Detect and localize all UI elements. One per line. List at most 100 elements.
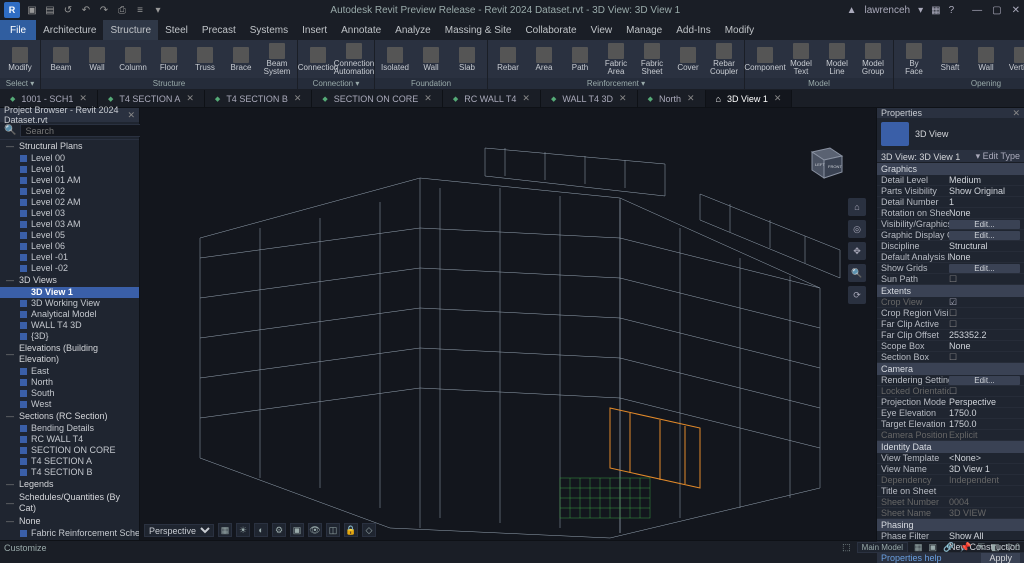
tree-item[interactable]: WALL T4 3D — [0, 320, 139, 331]
prop-value[interactable]: 1750.0 — [949, 408, 1020, 418]
app-icon[interactable]: R — [4, 2, 20, 18]
menu-analyze[interactable]: Analyze — [388, 20, 438, 40]
tree-item[interactable]: East — [0, 366, 139, 377]
workset-selector[interactable]: Main Model — [857, 542, 908, 553]
prop-value[interactable] — [949, 297, 1020, 308]
ribbon-area-button[interactable]: Area — [527, 42, 561, 76]
project-browser-close-icon[interactable]: ✕ — [127, 110, 135, 121]
tree-group[interactable]: Legends — [0, 478, 139, 491]
properties-help-link[interactable]: Properties help — [881, 553, 942, 563]
tree-item[interactable]: T4 SECTION A — [0, 456, 139, 467]
tab-close-icon[interactable]: ✕ — [79, 93, 87, 104]
signed-in-icon[interactable]: ▲ — [847, 5, 857, 16]
tree-group[interactable]: Schedules/Quantities (By Cat) — [0, 491, 139, 515]
prop-value[interactable]: Edit... — [949, 376, 1020, 385]
menu-steel[interactable]: Steel — [158, 20, 195, 40]
prop-category[interactable]: Extents — [877, 285, 1024, 297]
vc-detail-icon[interactable]: ▦ — [218, 523, 232, 537]
vc-hide-icon[interactable]: 👁 — [308, 523, 322, 537]
search-icon[interactable]: 🔍 — [4, 125, 16, 136]
menu-structure[interactable]: Structure — [103, 20, 158, 40]
ribbon-model-button[interactable]: Model Group — [856, 42, 890, 76]
status-sel-icon[interactable]: ⬚ — [842, 542, 851, 553]
menu-systems[interactable]: Systems — [243, 20, 295, 40]
ribbon-slab-button[interactable]: Slab — [450, 42, 484, 76]
tree-item[interactable]: RC WALL T4 — [0, 434, 139, 445]
status-left[interactable]: Customize — [4, 543, 47, 553]
qat-redo-icon[interactable]: ↷ — [98, 4, 110, 16]
prop-value[interactable]: 3D VIEW — [949, 508, 1020, 518]
nav-pan-icon[interactable]: ✥ — [848, 242, 866, 260]
properties-close-icon[interactable]: ✕ — [1012, 108, 1020, 119]
ribbon-isolated-button[interactable]: Isolated — [378, 42, 412, 76]
tab-close-icon[interactable]: ✕ — [424, 93, 432, 104]
tree-item[interactable]: Level 06 — [0, 241, 139, 252]
ribbon-wall-button[interactable]: Wall — [969, 42, 1003, 76]
viewport-3d[interactable]: LEFT FRONT ⌂ ◎ ✥ 🔍 ⟳ Perspective ▦ ☀ ◐ ⚙… — [140, 108, 876, 540]
prop-value[interactable]: 3D View 1 — [949, 464, 1020, 474]
status-face-icon[interactable]: ◧ — [991, 542, 1000, 553]
qat-more-icon[interactable]: ▾ — [152, 4, 164, 16]
tab-close-icon[interactable]: ✕ — [522, 93, 530, 104]
status-select-icon[interactable]: ▣ — [929, 542, 938, 553]
prop-value[interactable] — [949, 308, 1020, 319]
tab-close-icon[interactable]: ✕ — [687, 93, 695, 104]
nav-wheel-icon[interactable]: ◎ — [848, 220, 866, 238]
ribbon-by-button[interactable]: By Face — [897, 42, 931, 76]
ribbon-column-button[interactable]: Column — [116, 42, 150, 76]
tab-close-icon[interactable]: ✕ — [294, 93, 302, 104]
prop-category[interactable]: Phasing — [877, 519, 1024, 531]
prop-value[interactable]: 1 — [949, 197, 1020, 207]
prop-value[interactable]: None — [949, 252, 1020, 262]
prop-category[interactable]: Identity Data — [877, 441, 1024, 453]
ribbon-beam-button[interactable]: Beam — [44, 42, 78, 76]
ribbon-rebar-button[interactable]: Rebar — [491, 42, 525, 76]
ribbon-model-button[interactable]: Model Text — [784, 42, 818, 76]
menu-precast[interactable]: Precast — [195, 20, 243, 40]
status-link-icon[interactable]: 🔗 — [943, 542, 954, 553]
tree-item[interactable]: Level -01 — [0, 252, 139, 263]
menu-collaborate[interactable]: Collaborate — [518, 20, 583, 40]
prop-value[interactable]: <None> — [949, 453, 1020, 463]
prop-value[interactable]: Perspective — [949, 397, 1020, 407]
prop-value[interactable]: Structural — [949, 241, 1020, 251]
prop-value[interactable] — [949, 386, 1020, 397]
nav-zoom-icon[interactable]: 🔍 — [848, 264, 866, 282]
apply-button[interactable]: Apply — [981, 553, 1020, 563]
tree-item[interactable]: Bending Details — [0, 423, 139, 434]
nav-full-icon[interactable]: ⌂ — [848, 198, 866, 216]
prop-value[interactable]: 253352.2 — [949, 330, 1020, 340]
ribbon-rebar-button[interactable]: Rebar Coupler — [707, 42, 741, 76]
ribbon-fabric-button[interactable]: Fabric Sheet — [635, 42, 669, 76]
file-menu[interactable]: File — [0, 20, 36, 40]
app-switcher-icon[interactable]: ▦ — [931, 5, 940, 16]
user-menu-icon[interactable]: ▾ — [918, 5, 923, 16]
tree-item[interactable]: Level 03 AM — [0, 219, 139, 230]
tree-group[interactable]: Elevations (Building Elevation) — [0, 342, 139, 366]
ribbon-brace-button[interactable]: Brace — [224, 42, 258, 76]
tree-item[interactable]: Level 01 — [0, 164, 139, 175]
tab-close-icon[interactable]: ✕ — [186, 93, 194, 104]
prop-value[interactable]: Explicit — [949, 430, 1020, 440]
tree-item[interactable]: Level 02 — [0, 186, 139, 197]
ribbon-floor-button[interactable]: Floor — [152, 42, 186, 76]
minimize-icon[interactable]: — — [972, 5, 982, 16]
menu-annotate[interactable]: Annotate — [334, 20, 388, 40]
tree-item[interactable]: SECTION ON CORE — [0, 445, 139, 456]
tree-group[interactable]: Structural Plans — [0, 140, 139, 153]
ribbon-model-button[interactable]: Model Line — [820, 42, 854, 76]
ribbon-cover-button[interactable]: Cover — [671, 42, 705, 76]
vc-constraints-icon[interactable]: 🔒 — [344, 523, 358, 537]
type-selector-row[interactable]: 3D View: 3D View 1 ▾ Edit Type — [877, 151, 1024, 163]
prop-value[interactable] — [949, 352, 1020, 363]
project-browser-tree[interactable]: Structural PlansLevel 00Level 01Level 01… — [0, 140, 139, 540]
qat-measure-icon[interactable]: ≡ — [134, 4, 146, 16]
nav-orbit-icon[interactable]: ⟳ — [848, 286, 866, 304]
tree-item[interactable]: Revision Cloud Schedule — [0, 539, 139, 540]
prop-value[interactable]: 1750.0 — [949, 419, 1020, 429]
qat-undo-icon[interactable]: ↶ — [80, 4, 92, 16]
tree-item[interactable]: T4 SECTION B — [0, 467, 139, 478]
prop-value[interactable] — [949, 319, 1020, 330]
menu-manage[interactable]: Manage — [619, 20, 669, 40]
close-icon[interactable]: ✕ — [1012, 5, 1020, 16]
